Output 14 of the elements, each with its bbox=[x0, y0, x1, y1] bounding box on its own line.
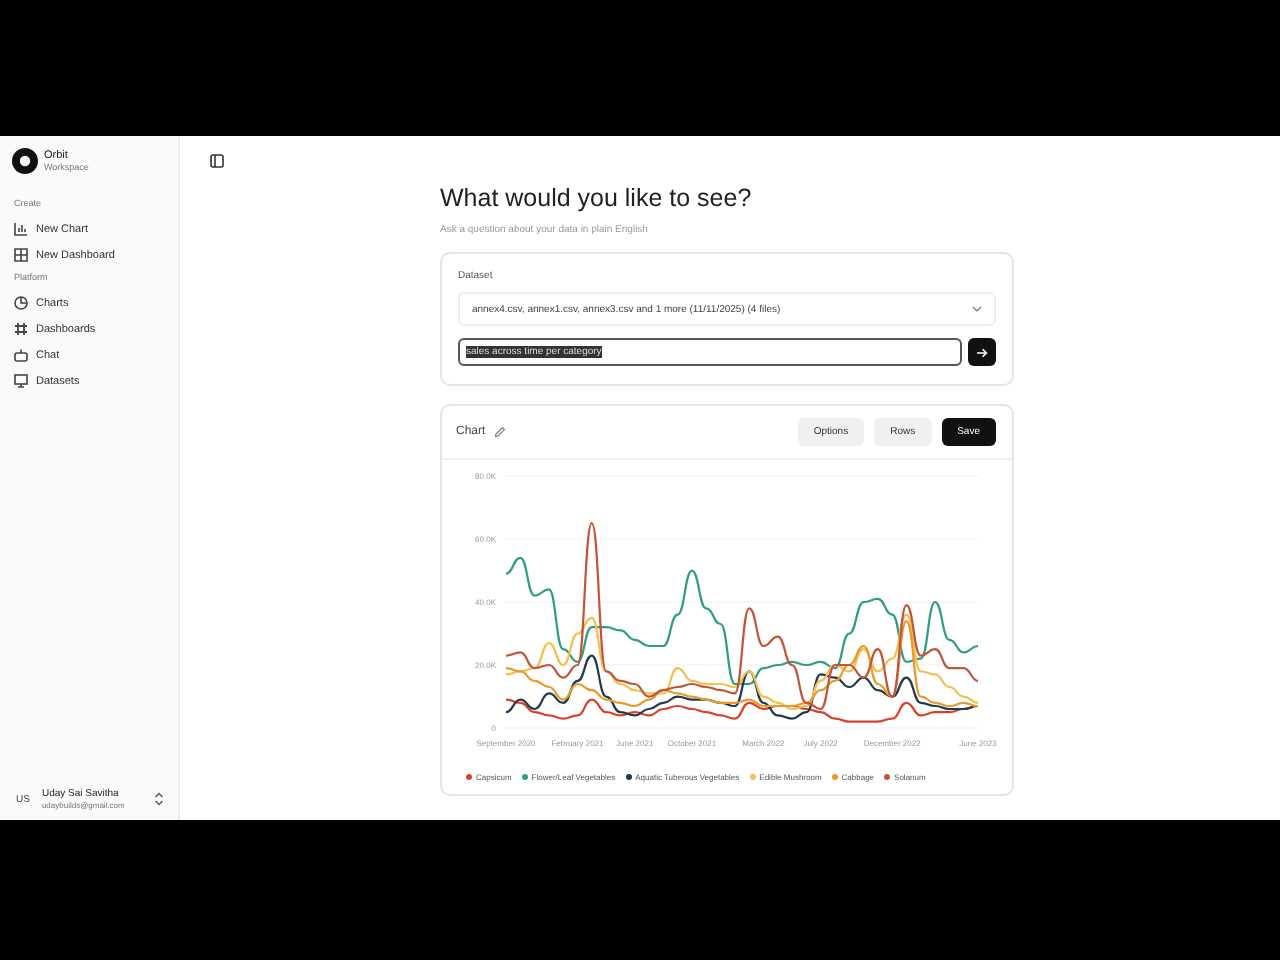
grid-icon bbox=[14, 248, 28, 262]
pencil-icon[interactable] bbox=[493, 426, 506, 438]
arrow-right-icon bbox=[976, 347, 988, 357]
chevron-down-icon bbox=[972, 306, 982, 312]
logo-icon bbox=[12, 148, 38, 174]
chevron-updown-icon bbox=[154, 792, 164, 806]
bot-icon bbox=[14, 348, 28, 362]
sidebar-toggle-icon[interactable] bbox=[210, 154, 224, 168]
submit-button[interactable] bbox=[968, 338, 996, 366]
page-heading: What would you like to see? bbox=[440, 184, 754, 212]
bar-chart-icon bbox=[14, 222, 28, 236]
pie-chart-icon bbox=[14, 296, 28, 310]
monitor-icon bbox=[14, 374, 28, 388]
hash-icon bbox=[14, 322, 28, 336]
